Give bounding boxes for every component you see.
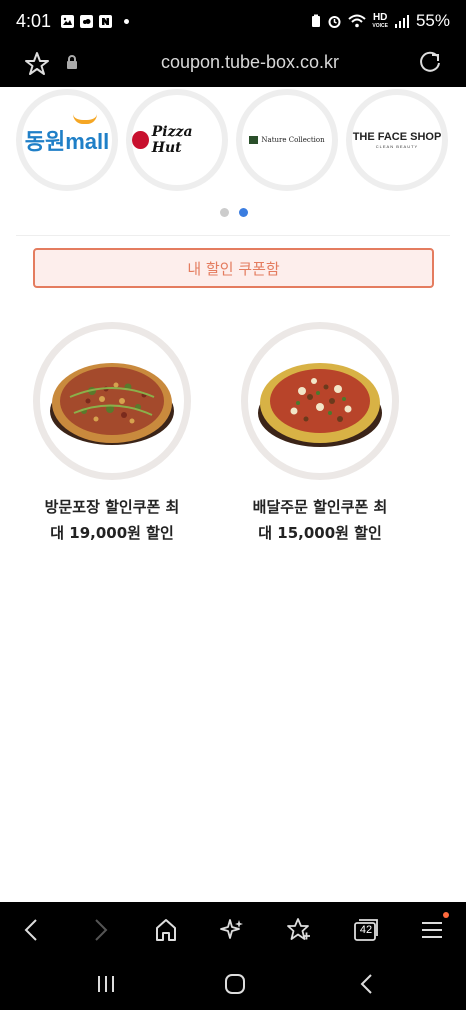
carousel-pager (220, 208, 248, 217)
thefaceshop-title: THE FACE SHOP (352, 131, 442, 143)
thefaceshop-logo: THE FACE SHOP CLEAN BEAUTY (353, 131, 442, 149)
gallery-icon (61, 14, 75, 28)
system-back-icon[interactable] (355, 972, 379, 996)
product-card-takeout[interactable]: 방문포장 할인쿠폰 최 대 19,000원 할인 (27, 322, 197, 546)
cloud-icon (80, 14, 94, 28)
voice-label: VOICE (372, 23, 388, 29)
reload-icon[interactable] (417, 50, 443, 76)
dongwon-prefix: 동원 (24, 129, 66, 154)
dongwon-mall-text: mall (65, 129, 110, 154)
lock-icon (67, 55, 77, 69)
pizzahut-mark-icon (132, 131, 149, 149)
wifi-icon (348, 14, 367, 28)
status-bar: 4:01 HD VOICE 55% (0, 0, 466, 42)
dongwonmall-logo: 동원mall (24, 120, 110, 156)
url-address[interactable]: coupon.tube-box.co.kr (120, 52, 380, 73)
browser-bottom-nav: 42 (0, 902, 466, 958)
naver-icon (99, 14, 113, 28)
brand-nature-collection[interactable]: Nature Collection (236, 89, 338, 191)
pizza-image (241, 322, 399, 480)
pizzahut-logo: Pizza Hut (132, 124, 222, 156)
back-icon[interactable] (18, 916, 46, 944)
dongwon-mark-icon (72, 114, 97, 124)
recent-apps-icon[interactable] (94, 972, 118, 996)
pizzahut-text: Pizza Hut (151, 124, 193, 156)
nature-collection-logo: Nature Collection (249, 136, 325, 144)
system-nav-bar (0, 958, 466, 1010)
alarm-icon (328, 15, 341, 28)
pager-dot-active[interactable] (239, 208, 248, 217)
brand-thefaceshop[interactable]: THE FACE SHOP CLEAN BEAUTY (346, 89, 448, 191)
status-time: 4:01 (16, 10, 52, 31)
product-title-line: 배달주문 할인쿠폰 최 (252, 498, 388, 516)
product-title-line: 대 19,000원 할인 (50, 524, 174, 542)
notification-dot (124, 18, 130, 24)
status-left-icons (61, 14, 130, 28)
menu-notification-badge (443, 912, 449, 918)
brand-pizzahut[interactable]: Pizza Hut (126, 89, 228, 191)
battery-saver-icon (312, 14, 321, 27)
my-coupon-box-button[interactable]: 내 할인 쿠폰함 (33, 248, 434, 288)
divider (16, 235, 450, 236)
product-title: 방문포장 할인쿠폰 최 대 19,000원 할인 (27, 494, 197, 546)
forward-icon[interactable] (86, 916, 114, 944)
pizza-image (33, 322, 191, 480)
tab-count: 42 (359, 924, 373, 936)
brand-carousel: 동원mall Pizza Hut Nature Collection THE F… (0, 87, 466, 197)
hd-voice-icon: HD VOICE (372, 12, 388, 30)
bookmark-star-icon[interactable] (24, 51, 50, 77)
home-icon[interactable] (152, 916, 180, 944)
bookmarks-icon[interactable] (284, 916, 312, 944)
product-title-line: 대 15,000원 할인 (258, 524, 382, 542)
signal-icon (394, 15, 409, 28)
battery-percent: 55% (415, 11, 450, 30)
pager-dot[interactable] (220, 208, 229, 217)
hd-label: HD (372, 12, 388, 23)
system-home-icon[interactable] (223, 972, 247, 996)
nature-collection-text: Nature Collection (261, 136, 325, 144)
brand-dongwonmall[interactable]: 동원mall (16, 89, 118, 191)
status-right-icons: HD VOICE 55% (311, 11, 450, 31)
thefaceshop-subtitle: CLEAN BEAUTY (375, 144, 419, 149)
product-card-delivery[interactable]: 배달주문 할인쿠폰 최 대 15,000원 할인 (235, 322, 405, 546)
sparkle-icon[interactable] (218, 916, 246, 944)
product-title: 배달주문 할인쿠폰 최 대 15,000원 할인 (235, 494, 405, 546)
menu-icon[interactable] (418, 916, 446, 944)
product-title-line: 방문포장 할인쿠폰 최 (44, 498, 180, 516)
url-bar: coupon.tube-box.co.kr (0, 42, 466, 87)
nature-collection-mark-icon (249, 136, 259, 144)
